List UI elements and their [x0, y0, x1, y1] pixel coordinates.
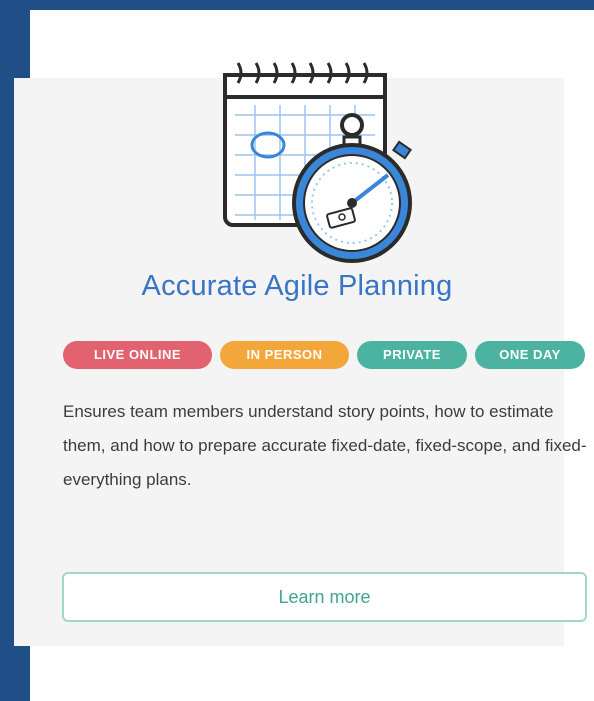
badge-in-person: IN PERSON [220, 341, 349, 369]
badge-live-online: LIVE ONLINE [63, 341, 212, 369]
badge-one-day: ONE DAY [475, 341, 585, 369]
badge-private: PRIVATE [357, 341, 467, 369]
course-description: Ensures team members understand story po… [63, 402, 587, 489]
course-title: Accurate Agile Planning [141, 270, 453, 302]
badge-list: LIVE ONLINE IN PERSON PRIVATE ONE DAY [63, 341, 585, 369]
calendar-stopwatch-icon [223, 62, 412, 263]
learn-more-button[interactable]: Learn more [62, 572, 587, 622]
